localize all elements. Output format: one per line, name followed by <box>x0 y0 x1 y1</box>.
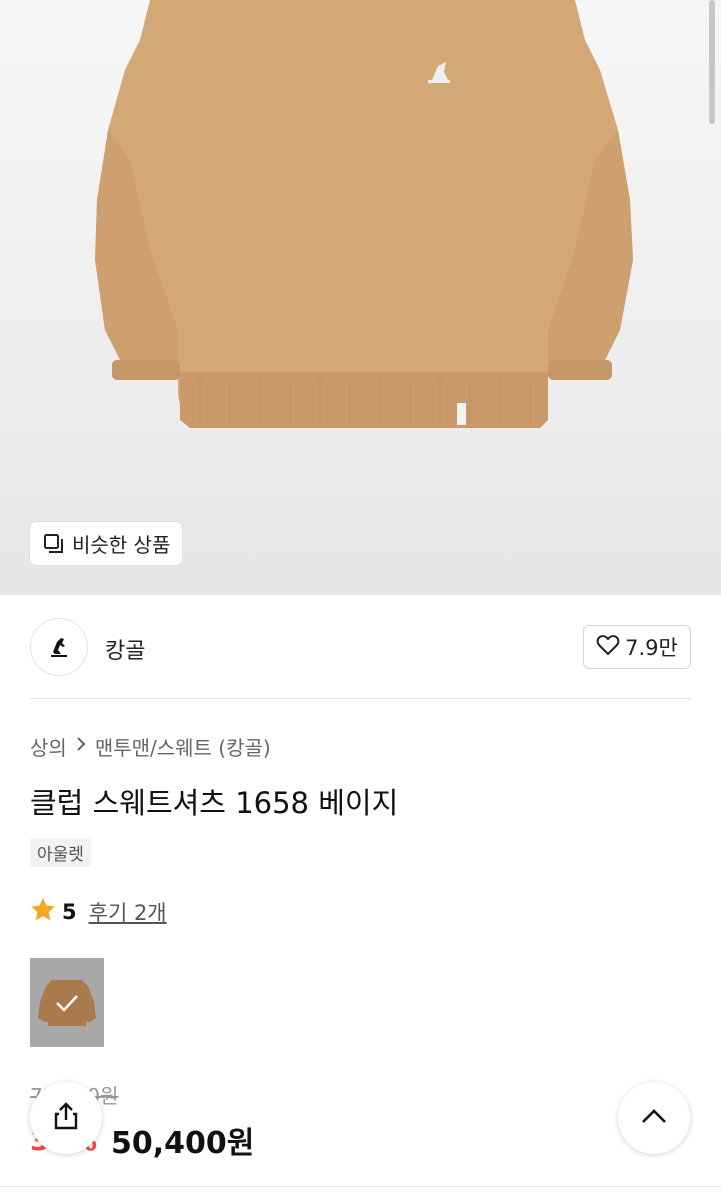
breadcrumb: 상의 맨투맨/스웨트 (캉골) <box>30 732 271 761</box>
star-icon <box>30 897 56 927</box>
product-image[interactable]: 비슷한 상품 <box>0 0 721 595</box>
copy-square-icon <box>43 533 64 554</box>
rating-score: 5 <box>62 900 77 924</box>
share-button[interactable] <box>30 1082 102 1154</box>
outlet-badge: 아울렛 <box>30 838 91 867</box>
brand-name[interactable]: 캉골 <box>105 633 145 665</box>
reviews-link[interactable]: 후기 2개 <box>89 897 167 927</box>
sweatshirt-image <box>95 0 633 428</box>
scroll-indicator <box>709 0 715 124</box>
color-option-thumbnail[interactable] <box>30 958 104 1047</box>
sale-price: 50,400원 <box>111 1126 255 1161</box>
check-icon <box>30 958 104 1047</box>
like-count: 7.9만 <box>625 636 678 660</box>
kangol-logo[interactable] <box>30 618 88 676</box>
divider <box>30 698 691 699</box>
rating: 5 후기 2개 <box>30 897 167 927</box>
brand-row: 캉골 7.9만 <box>0 595 721 701</box>
share-icon <box>52 1101 80 1135</box>
bottom-divider <box>0 1186 721 1187</box>
chevron-up-icon <box>640 1107 668 1129</box>
scroll-to-top-button[interactable] <box>618 1082 690 1154</box>
heart-outline-icon <box>596 634 620 660</box>
similar-products-button[interactable]: 비슷한 상품 <box>30 522 183 565</box>
breadcrumb-subcategory[interactable]: 맨투맨/스웨트 (캉골) <box>95 732 271 761</box>
product-title: 클럽 스웨트셔츠 1658 베이지 <box>30 786 399 820</box>
breadcrumb-category[interactable]: 상의 <box>30 732 67 761</box>
similar-products-label: 비슷한 상품 <box>72 533 171 557</box>
chevron-right-icon <box>75 736 87 757</box>
like-button[interactable]: 7.9만 <box>583 625 691 669</box>
